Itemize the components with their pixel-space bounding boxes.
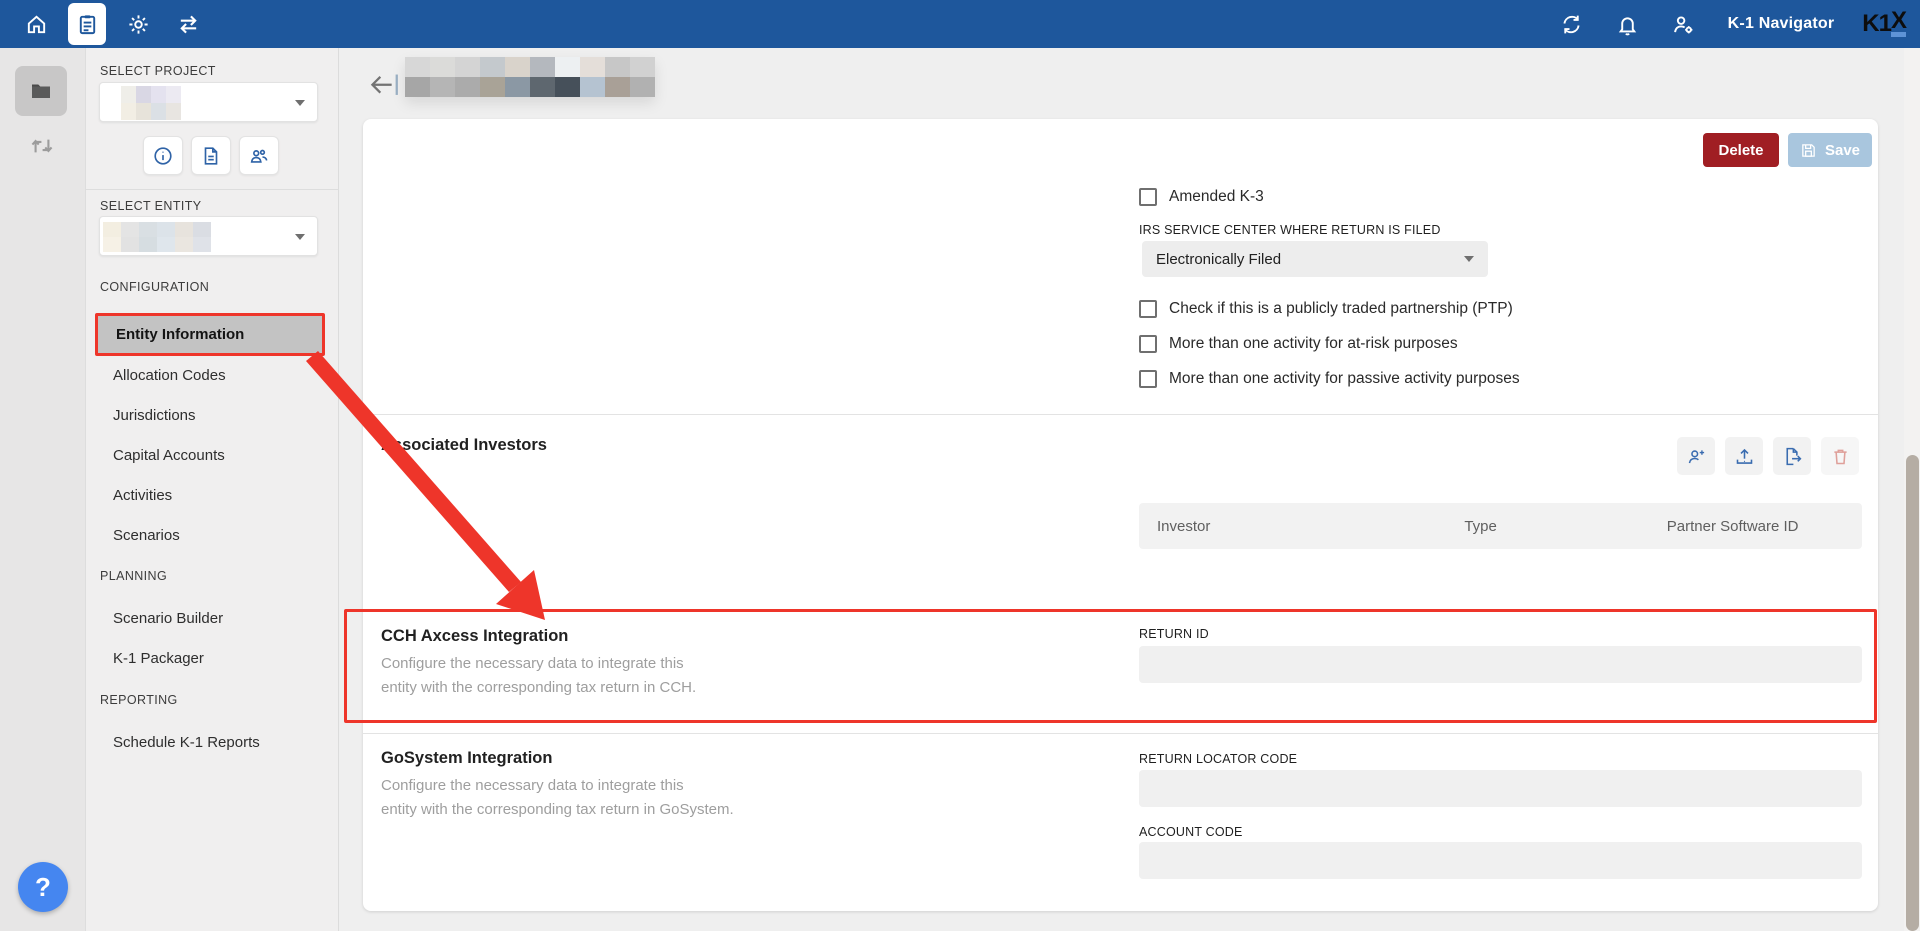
investor-actions bbox=[1677, 437, 1859, 475]
sidebar-item-allocation-codes[interactable]: Allocation Codes bbox=[86, 356, 339, 396]
amended-k3-row: Amended K-3 bbox=[1139, 187, 1264, 207]
team-people-icon[interactable] bbox=[239, 136, 279, 175]
chevron-down-icon bbox=[295, 100, 305, 106]
info-icon[interactable] bbox=[143, 136, 183, 175]
section-label-configuration: CONFIGURATION bbox=[100, 280, 209, 294]
divider bbox=[363, 733, 1878, 734]
cch-description-line2: entity with the corresponding tax return… bbox=[381, 679, 696, 696]
at-risk-row: More than one activity for at-risk purpo… bbox=[1139, 334, 1458, 354]
irs-service-center-label: IRS SERVICE CENTER WHERE RETURN IS FILED bbox=[1139, 223, 1441, 237]
ptp-checkbox[interactable] bbox=[1139, 300, 1157, 318]
return-id-label: RETURN ID bbox=[1139, 627, 1209, 641]
manage-accounts-icon[interactable] bbox=[1666, 6, 1702, 42]
sidebar-item-schedule-k1-reports[interactable]: Schedule K-1 Reports bbox=[86, 723, 339, 763]
at-risk-checkbox[interactable] bbox=[1139, 335, 1157, 353]
notifications-bell-icon[interactable] bbox=[1610, 6, 1646, 42]
main-content: Delete Save Amended K-3 IRS SERVICE CENT… bbox=[339, 48, 1920, 931]
app-title: K-1 Navigator bbox=[1728, 15, 1835, 33]
sidebar-item-scenario-builder[interactable]: Scenario Builder bbox=[86, 599, 339, 639]
entity-redacted-value bbox=[103, 222, 211, 252]
transfer-icon[interactable] bbox=[28, 132, 56, 160]
delete-investor-trash-icon[interactable] bbox=[1821, 437, 1859, 475]
column-type: Type bbox=[1464, 518, 1666, 535]
account-code-label: ACCOUNT CODE bbox=[1139, 825, 1243, 839]
sidebar-item-k1-packager[interactable]: K-1 Packager bbox=[86, 639, 339, 679]
floppy-save-icon bbox=[1800, 142, 1817, 159]
chevron-down-icon bbox=[1464, 256, 1474, 262]
account-code-input[interactable] bbox=[1139, 842, 1862, 879]
irs-service-center-select[interactable]: Electronically Filed bbox=[1142, 241, 1488, 277]
ptp-row: Check if this is a publicly traded partn… bbox=[1139, 299, 1513, 319]
help-button[interactable]: ? bbox=[18, 862, 68, 912]
settings-gear-icon[interactable] bbox=[120, 6, 156, 42]
projects-folder-icon[interactable] bbox=[15, 66, 67, 116]
swap-horizontal-icon[interactable] bbox=[170, 6, 206, 42]
select-entity-label: SELECT ENTITY bbox=[100, 199, 202, 213]
return-locator-code-input[interactable] bbox=[1139, 770, 1862, 807]
sidebar-item-jurisdictions[interactable]: Jurisdictions bbox=[86, 396, 339, 436]
back-arrow-icon[interactable] bbox=[369, 70, 403, 102]
icon-rail bbox=[0, 48, 86, 931]
divider bbox=[363, 414, 1878, 415]
ptp-label: Check if this is a publicly traded partn… bbox=[1169, 300, 1513, 318]
investors-table-header: Investor Type Partner Software ID bbox=[1139, 503, 1862, 549]
gosystem-description-line2: entity with the corresponding tax return… bbox=[381, 801, 734, 818]
project-redacted-value bbox=[121, 86, 181, 120]
projects-clipboard-icon[interactable] bbox=[68, 3, 106, 45]
save-button[interactable]: Save bbox=[1788, 133, 1872, 167]
sidebar-item-capital-accounts[interactable]: Capital Accounts bbox=[86, 436, 339, 476]
entity-select[interactable] bbox=[99, 216, 318, 256]
sync-icon[interactable] bbox=[1554, 6, 1590, 42]
sidebar-item-activities[interactable]: Activities bbox=[86, 476, 339, 516]
section-label-reporting: REPORTING bbox=[100, 693, 178, 707]
passive-activity-checkbox[interactable] bbox=[1139, 370, 1157, 388]
upload-icon[interactable] bbox=[1725, 437, 1763, 475]
return-id-input[interactable] bbox=[1139, 646, 1862, 683]
chevron-down-icon bbox=[295, 234, 305, 240]
passive-activity-row: More than one activity for passive activ… bbox=[1139, 369, 1520, 389]
project-select[interactable] bbox=[99, 82, 318, 122]
column-partner-software-id: Partner Software ID bbox=[1667, 518, 1862, 535]
section-label-planning: PLANNING bbox=[100, 569, 167, 583]
sidebar: SELECT PROJECT SELECT ENTITY CONFIGURATI… bbox=[86, 48, 339, 931]
export-file-icon[interactable] bbox=[1773, 437, 1811, 475]
navbar-left-icons bbox=[18, 3, 206, 45]
entity-information-card: Delete Save Amended K-3 IRS SERVICE CENT… bbox=[363, 119, 1878, 911]
page-title-redacted bbox=[405, 57, 655, 97]
gosystem-description-line1: Configure the necessary data to integrat… bbox=[381, 777, 684, 794]
top-navbar: K-1 Navigator K1X bbox=[0, 0, 1920, 48]
question-mark-icon: ? bbox=[35, 872, 51, 903]
document-icon[interactable] bbox=[191, 136, 231, 175]
select-project-label: SELECT PROJECT bbox=[100, 64, 216, 78]
home-icon[interactable] bbox=[18, 6, 54, 42]
at-risk-label: More than one activity for at-risk purpo… bbox=[1169, 335, 1458, 353]
column-investor: Investor bbox=[1139, 518, 1464, 535]
cch-description-line1: Configure the necessary data to integrat… bbox=[381, 655, 684, 672]
add-investor-icon[interactable] bbox=[1677, 437, 1715, 475]
irs-service-center-value: Electronically Filed bbox=[1156, 251, 1281, 268]
amended-k3-label: Amended K-3 bbox=[1169, 188, 1264, 206]
k1x-logo: K1X bbox=[1862, 10, 1906, 38]
sidebar-item-entity-information[interactable]: Entity Information bbox=[95, 313, 325, 356]
cch-integration-title: CCH Axcess Integration bbox=[381, 627, 568, 646]
sidebar-divider bbox=[86, 189, 339, 190]
project-quick-actions bbox=[143, 136, 279, 175]
return-locator-code-label: RETURN LOCATOR CODE bbox=[1139, 752, 1297, 766]
navbar-right-icons: K-1 Navigator K1X bbox=[1554, 6, 1906, 42]
passive-activity-label: More than one activity for passive activ… bbox=[1169, 370, 1520, 388]
amended-k3-checkbox[interactable] bbox=[1139, 188, 1157, 206]
gosystem-integration-title: GoSystem Integration bbox=[381, 749, 552, 768]
scrollbar-thumb[interactable] bbox=[1906, 455, 1919, 931]
associated-investors-title: Associated Investors bbox=[381, 436, 547, 455]
scrollbar-track[interactable] bbox=[1904, 48, 1920, 931]
delete-button[interactable]: Delete bbox=[1703, 133, 1779, 167]
sidebar-item-scenarios[interactable]: Scenarios bbox=[86, 516, 339, 556]
